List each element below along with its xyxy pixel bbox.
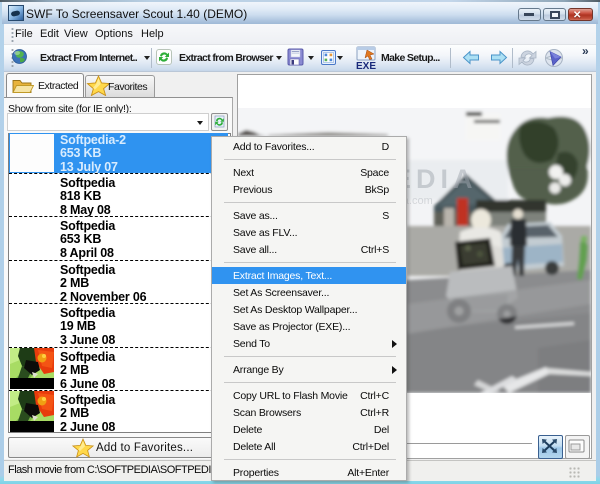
svg-text:EXE: EXE (356, 61, 376, 70)
